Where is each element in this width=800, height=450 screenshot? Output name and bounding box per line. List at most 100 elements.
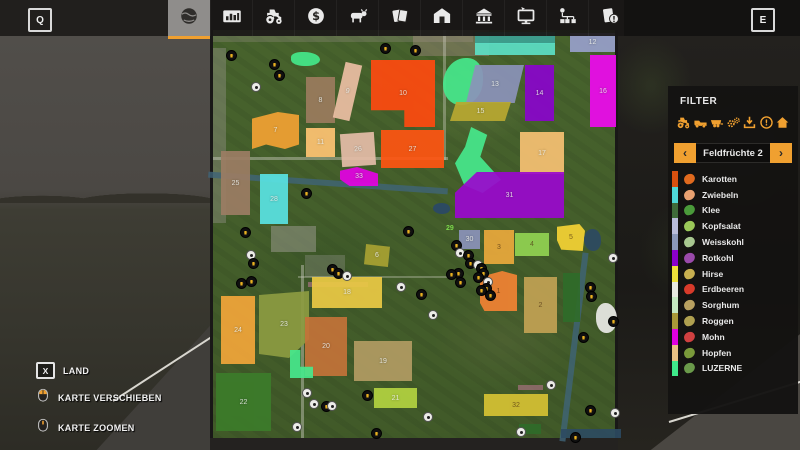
crop-icon [683,173,696,185]
map-marker-icon[interactable] [342,271,352,281]
next-page-button[interactable]: › [770,143,792,163]
field-9[interactable]: 9 [333,62,362,121]
map-marker-icon[interactable] [292,422,302,432]
map-marker-icon[interactable] [516,427,526,437]
crop-row-hirse[interactable]: Hirse [668,266,798,282]
tab-animals[interactable] [336,0,378,36]
farm-map[interactable]: 1289107112627332528131514161731618232420… [210,30,618,438]
map-marker-icon[interactable] [423,412,433,422]
alert-icon[interactable]: ! [759,115,774,135]
crop-row-weisskohl[interactable]: Weisskohl [668,234,798,250]
map-poi-icon[interactable] [585,405,596,416]
map-marker-icon[interactable] [608,253,618,263]
field-18[interactable]: 18 [312,277,382,308]
field-33[interactable]: 33 [340,167,378,186]
map-poi-icon[interactable] [240,227,251,238]
tab-prices[interactable]: ! [588,0,630,36]
map-poi-icon[interactable] [246,276,257,287]
map-poi-icon[interactable] [455,277,466,288]
field-26[interactable]: 26 [340,132,376,167]
map-poi-icon[interactable] [248,258,259,269]
field-27[interactable]: 27 [381,130,444,168]
map-poi-icon[interactable] [403,226,414,237]
field-17[interactable]: 17 [520,132,564,174]
gears-icon[interactable] [726,115,741,135]
prev-page-button[interactable]: ‹ [674,143,696,163]
field-15[interactable]: 15 [450,102,511,121]
map-poi-icon[interactable] [608,316,619,327]
download-icon[interactable] [742,115,757,135]
map-poi-icon[interactable] [380,43,391,54]
crop-row-hopfen[interactable]: Hopfen [668,345,798,361]
map-poi-icon[interactable] [410,45,421,56]
house-icon[interactable] [775,115,790,135]
map-marker-icon[interactable] [251,82,261,92]
map-poi-icon[interactable] [269,59,280,70]
crop-name: Klee [702,205,720,215]
field-19[interactable]: 19 [354,341,412,381]
field-8[interactable]: 8 [306,77,335,123]
field-31[interactable]: 31 [455,172,564,218]
tab-contracts[interactable] [378,0,420,36]
tab-farm[interactable] [420,0,462,36]
field-21[interactable]: 21 [374,388,417,408]
field-2[interactable]: 2 [524,277,557,333]
map-poi-icon[interactable] [485,290,496,301]
map-marker-icon[interactable] [610,408,620,418]
map-marker-icon[interactable] [302,388,312,398]
field-6[interactable]: 6 [364,244,390,267]
field-4[interactable]: 4 [515,233,549,256]
crop-row-roggen[interactable]: Roggen [668,313,798,329]
field-16[interactable]: 16 [590,55,616,127]
hint-label: KARTE ZOOMEN [58,423,135,433]
crop-row-mohn[interactable]: Mohn [668,329,798,345]
map-poi-icon[interactable] [578,332,589,343]
crop-row-karotten[interactable]: Karotten [668,171,798,187]
map-marker-icon[interactable] [546,380,556,390]
tab-shop[interactable] [504,0,546,36]
tab-finances[interactable]: $ [294,0,336,36]
field-14[interactable]: 14 [525,65,554,121]
crop-row-erdbeeren[interactable]: Erdbeeren [668,282,798,298]
map-poi-icon[interactable] [416,289,427,300]
tab-production[interactable] [546,0,588,36]
crop-row-luzerne[interactable]: LUZERNE [668,361,798,377]
map-poi-icon[interactable] [371,428,382,439]
map-marker-icon[interactable] [396,282,406,292]
map-marker-icon[interactable] [327,401,337,411]
map-poi-icon[interactable] [570,432,581,443]
field-24[interactable]: 24 [221,296,255,364]
field-10[interactable]: 10 [371,60,435,127]
field-28[interactable]: 28 [260,174,288,224]
map-poi-icon[interactable] [586,291,597,302]
field-13[interactable]: 13 [466,65,524,103]
field-11[interactable]: 11 [306,128,335,157]
map-marker-icon[interactable] [309,399,319,409]
field-22[interactable]: 22 [216,373,271,431]
map-poi-icon[interactable] [226,50,237,61]
tab-vehicles[interactable] [252,0,294,36]
map-poi-icon[interactable] [274,70,285,81]
field-30[interactable]: 30 [459,230,480,249]
crop-row-klee[interactable]: Klee [668,203,798,219]
crop-row-zwiebeln[interactable]: Zwiebeln [668,187,798,203]
field-25[interactable]: 25 [221,151,250,215]
tab-buildings[interactable] [462,0,504,36]
field-5[interactable]: 5 [557,224,585,251]
tab-statistics[interactable] [210,0,252,36]
map-marker-icon[interactable] [428,310,438,320]
field-3[interactable]: 3 [484,230,514,264]
field-7[interactable]: 7 [252,112,299,149]
tractor-icon[interactable] [676,115,691,135]
mouse-wheel-icon [36,416,50,439]
truck-icon[interactable] [693,115,708,135]
field-32[interactable]: 32 [484,394,548,416]
tab-map[interactable] [168,0,210,36]
trailer-icon[interactable] [709,115,724,135]
crop-row-kopfsalat[interactable]: Kopfsalat [668,218,798,234]
field-number: 10 [399,90,407,97]
crop-row-sorghum[interactable]: Sorghum [668,297,798,313]
map-poi-icon[interactable] [362,390,373,401]
map-poi-icon[interactable] [301,188,312,199]
crop-row-rotkohl[interactable]: Rotkohl [668,250,798,266]
